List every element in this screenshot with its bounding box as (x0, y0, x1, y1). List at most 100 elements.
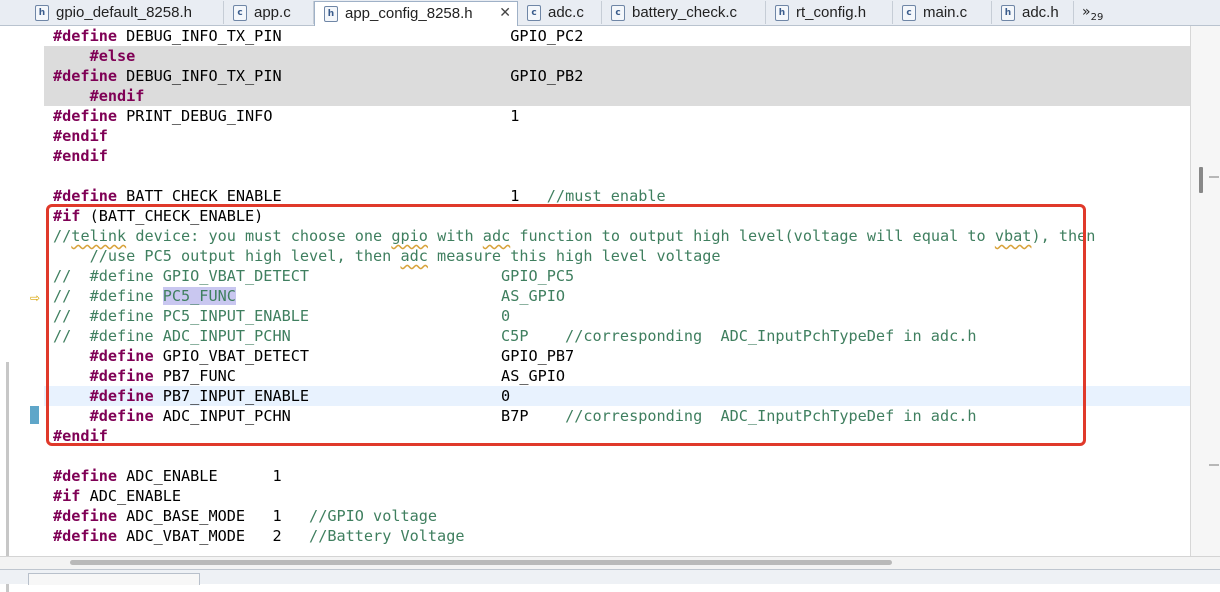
tab-overflow-button[interactable]: »29 (1082, 1, 1103, 24)
keyword: #endif (89, 87, 145, 105)
code-line[interactable]: #define ADC_INPUT_PCHN B7P //correspondi… (44, 406, 1190, 426)
code-line[interactable]: #endif (44, 126, 1190, 146)
tab-label: adc.h (1022, 4, 1059, 21)
code-line[interactable]: #endif (44, 426, 1190, 446)
code-text: PRINT_DEBUG_INFO 1 (117, 107, 520, 125)
tab-label: app.c (254, 4, 291, 21)
code-line[interactable]: #define PRINT_DEBUG_INFO 1 (44, 106, 1190, 126)
code-line[interactable]: #else (44, 46, 1190, 66)
comment-text: //GPIO voltage (309, 507, 438, 525)
code-line[interactable]: #endif (44, 146, 1190, 166)
editor-tab-bar: h gpio_default_8258.h c app.c h app_config_82… (0, 0, 1220, 26)
code-text: ADC_ENABLE (80, 487, 182, 505)
header-file-icon: h (324, 6, 338, 22)
keyword: #define (89, 387, 154, 405)
code-line[interactable]: //telink device: you must choose one gpi… (44, 226, 1190, 246)
keyword: #if (53, 207, 81, 225)
tab-rt-config-h[interactable]: h rt_config.h (766, 1, 893, 24)
keyword: #define (53, 27, 118, 45)
tab-battery-check-c[interactable]: c battery_check.c (602, 1, 766, 24)
code-line[interactable]: // #define PC5_INPUT_ENABLE 0 (44, 306, 1190, 326)
code-line[interactable] (44, 446, 1190, 466)
keyword: #define (53, 527, 118, 545)
code-text: (BATT_CHECK_ENABLE) (80, 207, 264, 225)
tab-label: rt_config.h (796, 4, 867, 21)
comment-text: measure this high level voltage (427, 247, 721, 265)
code-line[interactable]: // #define PC5_FUNC AS_GPIO (44, 286, 1190, 306)
tab-adc-h[interactable]: h adc.h (992, 1, 1074, 24)
close-icon[interactable]: ✕ (499, 2, 511, 25)
comment-text: //must enable (546, 187, 666, 205)
tab-label: adc.c (548, 4, 584, 21)
change-marker (30, 406, 39, 424)
overview-marker[interactable] (1209, 464, 1219, 466)
overflow-symbol: » (1082, 4, 1091, 20)
keyword: #define (53, 107, 118, 125)
comment-text: // #define (53, 287, 163, 305)
code-line[interactable]: #define ADC_ENABLE 1 (44, 466, 1190, 486)
comment-text: gpio (391, 227, 428, 245)
keyword: #endif (53, 147, 108, 165)
keyword: #define (89, 347, 154, 365)
tab-app-config-8258-h[interactable]: h app_config_8258.h ✕ (314, 1, 518, 26)
keyword: #else (89, 47, 136, 65)
code-line[interactable]: // #define ADC_INPUT_PCHN C5P //correspo… (44, 326, 1190, 346)
code-line[interactable]: #if ADC_ENABLE (44, 486, 1190, 506)
keyword: #define (53, 187, 118, 205)
tab-app-c[interactable]: c app.c (224, 1, 314, 24)
comment-text: // (53, 227, 72, 245)
overview-marker[interactable] (1209, 176, 1219, 178)
keyword: #endif (53, 427, 108, 445)
tab-gpio-default-8258-h[interactable]: h gpio_default_8258.h (26, 1, 224, 24)
header-file-icon: h (1001, 5, 1015, 21)
code-editor[interactable]: #define DEBUG_INFO_TX_PIN GPIO_PC2 #else… (44, 26, 1190, 556)
comment-text: vbat (994, 227, 1032, 245)
comment-text: // #define ADC_INPUT_PCHN C5P //correspo… (53, 327, 977, 345)
code-line[interactable]: #define ADC_VBAT_MODE 2 //Battery Voltag… (44, 526, 1190, 546)
code-line[interactable]: #define PB7_INPUT_ENABLE 0 (44, 386, 1190, 406)
comment-text: //corresponding ADC_InputPchTypeDef in a… (565, 407, 977, 425)
code-line[interactable]: //use PC5 output high level, then adc me… (44, 246, 1190, 266)
code-text: DEBUG_INFO_TX_PIN GPIO_PC2 (117, 27, 584, 45)
comment-text: adc (482, 227, 511, 245)
current-instruction-arrow-icon: ⇨ (30, 291, 41, 305)
code-line[interactable]: #define DEBUG_INFO_TX_PIN GPIO_PC2 (44, 26, 1190, 46)
code-text: PB7_INPUT_ENABLE 0 (153, 387, 511, 405)
code-line[interactable]: #endif (44, 86, 1190, 106)
c-file-icon: c (233, 5, 247, 21)
bottom-panel (0, 569, 1220, 585)
code-line[interactable]: #if (BATT_CHECK_ENABLE) (44, 206, 1190, 226)
code-line[interactable]: // #define GPIO_VBAT_DETECT GPIO_PC5 (44, 266, 1190, 286)
horizontal-scrollbar-thumb[interactable] (70, 560, 892, 565)
comment-text: // #define PC5_INPUT_ENABLE 0 (53, 307, 511, 325)
code-line[interactable]: #define DEBUG_INFO_TX_PIN GPIO_PB2 (44, 66, 1190, 86)
c-file-icon: c (611, 5, 625, 21)
bottom-panel-tab[interactable] (28, 573, 200, 585)
code-line[interactable]: #define ADC_BASE_MODE 1 //GPIO voltage (44, 506, 1190, 526)
comment-text: device: you must choose one (126, 227, 392, 245)
code-line[interactable]: #define PB7_FUNC AS_GPIO (44, 366, 1190, 386)
code-line[interactable]: #define GPIO_VBAT_DETECT GPIO_PB7 (44, 346, 1190, 366)
c-file-icon: c (902, 5, 916, 21)
keyword: #define (89, 367, 154, 385)
tab-adc-c[interactable]: c adc.c (518, 1, 602, 24)
comment-text: //Battery Voltage (309, 527, 465, 545)
keyword: #define (89, 407, 154, 425)
code-text: PB7_FUNC AS_GPIO (153, 367, 566, 385)
code-line[interactable]: #define BATT_CHECK_ENABLE 1 //must enabl… (44, 186, 1190, 206)
keyword: #endif (53, 127, 108, 145)
overview-ruler[interactable] (1190, 26, 1220, 556)
comment-text: ), then (1031, 227, 1096, 245)
code-text: ADC_INPUT_PCHN B7P (153, 407, 566, 425)
tab-main-c[interactable]: c main.c (893, 1, 992, 24)
c-file-icon: c (527, 5, 541, 21)
horizontal-scrollbar[interactable] (0, 556, 1220, 569)
vertical-scrollbar-thumb[interactable] (1199, 167, 1203, 193)
code-line[interactable] (44, 166, 1190, 186)
